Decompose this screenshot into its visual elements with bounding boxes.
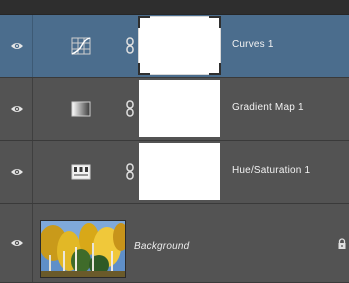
- layer-row-background[interactable]: Background: [0, 204, 349, 283]
- autumn-trees-image: [41, 221, 125, 277]
- eye-icon[interactable]: [10, 238, 24, 248]
- layer-row-curves[interactable]: Curves 1: [0, 15, 349, 78]
- link-chain-icon[interactable]: [124, 162, 136, 182]
- layer-name[interactable]: Background: [134, 241, 189, 252]
- selection-corner: [138, 16, 150, 28]
- link-chain-icon[interactable]: [124, 36, 136, 56]
- curves-icon[interactable]: [71, 37, 91, 55]
- layer-row-hue-saturation[interactable]: Hue/Saturation 1: [0, 141, 349, 204]
- layer-mask-thumbnail[interactable]: [139, 80, 220, 137]
- lock-icon[interactable]: [337, 238, 347, 250]
- gradient-map-icon[interactable]: [71, 100, 91, 118]
- selection-corner: [138, 63, 150, 75]
- layer-mask-thumbnail[interactable]: [138, 16, 221, 75]
- eye-icon[interactable]: [10, 167, 24, 177]
- link-chain-icon[interactable]: [124, 99, 136, 119]
- visibility-column: [0, 15, 33, 77]
- layer-row-gradient-map[interactable]: Gradient Map 1: [0, 78, 349, 141]
- eye-icon[interactable]: [10, 104, 24, 114]
- layer-mask-thumbnail[interactable]: [139, 143, 220, 200]
- layer-name[interactable]: Curves 1: [232, 39, 274, 50]
- visibility-column: [0, 141, 33, 203]
- visibility-column: [0, 204, 33, 282]
- visibility-column: [0, 78, 33, 140]
- selection-corner: [209, 63, 221, 75]
- layer-name[interactable]: Gradient Map 1: [232, 102, 304, 113]
- layers-panel: Curves 1 Gradient Map 1 Hue/Saturation 1…: [0, 0, 349, 283]
- image-thumbnail[interactable]: [40, 220, 126, 278]
- hue-saturation-icon[interactable]: [71, 163, 91, 181]
- selection-corner: [209, 16, 221, 28]
- eye-icon[interactable]: [10, 41, 24, 51]
- layer-name[interactable]: Hue/Saturation 1: [232, 165, 310, 176]
- panel-top-strip: [0, 0, 349, 15]
